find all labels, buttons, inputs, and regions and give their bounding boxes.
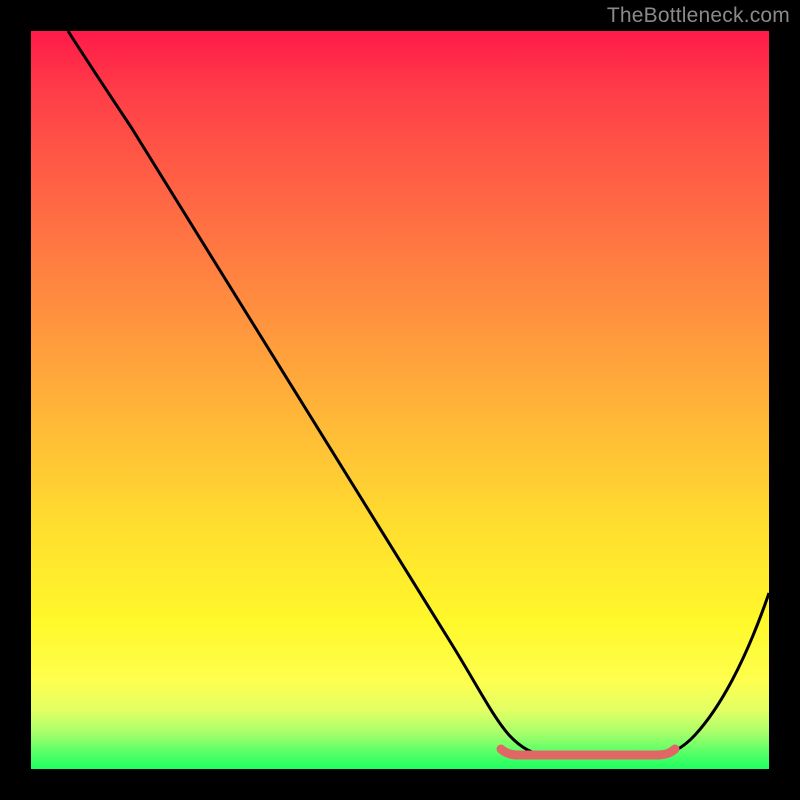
bottleneck-curve [68,31,769,755]
chart-svg [31,31,769,769]
watermark-text: TheBottleneck.com [607,4,790,28]
chart-frame: TheBottleneck.com [0,0,800,800]
plot-area [31,31,769,769]
